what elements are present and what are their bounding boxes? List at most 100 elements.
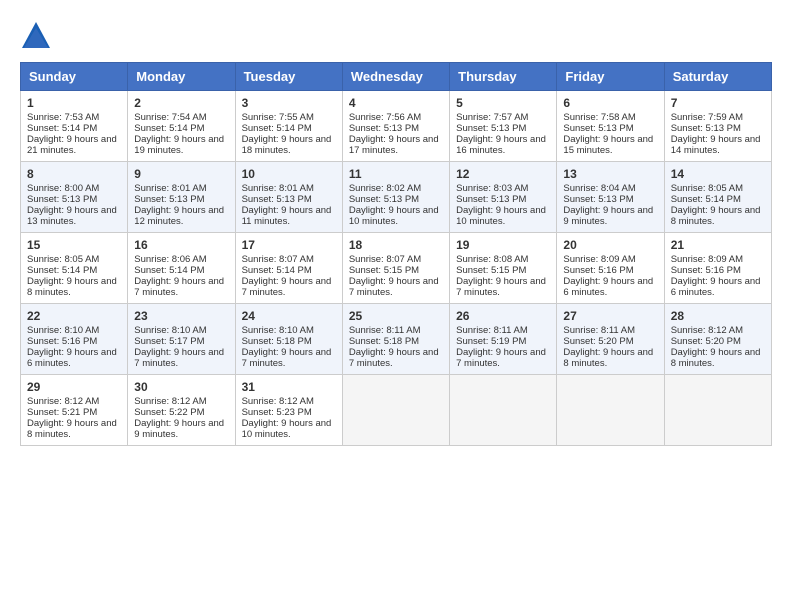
day-info: Sunrise: 8:11 AMSunset: 5:20 PMDaylight:… bbox=[563, 325, 653, 369]
day-info: Sunrise: 8:12 AMSunset: 5:21 PMDaylight:… bbox=[27, 396, 117, 440]
weekday-header-saturday: Saturday bbox=[664, 63, 771, 91]
day-number: 30 bbox=[134, 380, 228, 394]
day-number: 24 bbox=[242, 309, 336, 323]
day-number: 19 bbox=[456, 238, 550, 252]
day-info: Sunrise: 8:00 AMSunset: 5:13 PMDaylight:… bbox=[27, 183, 117, 227]
day-number: 18 bbox=[349, 238, 443, 252]
day-number: 8 bbox=[27, 167, 121, 181]
day-info: Sunrise: 8:07 AMSunset: 5:14 PMDaylight:… bbox=[242, 254, 332, 298]
calendar-cell: 15 Sunrise: 8:05 AMSunset: 5:14 PMDayligh… bbox=[21, 233, 128, 304]
calendar-cell: 25Sunrise: 8:11 AMSunset: 5:18 PMDayligh… bbox=[342, 304, 449, 375]
logo-icon bbox=[20, 20, 52, 52]
day-number: 12 bbox=[456, 167, 550, 181]
calendar-cell: 4 Sunrise: 7:56 AMSunset: 5:13 PMDaylight… bbox=[342, 91, 449, 162]
weekday-header-thursday: Thursday bbox=[450, 63, 557, 91]
day-number: 13 bbox=[563, 167, 657, 181]
day-number: 17 bbox=[242, 238, 336, 252]
day-number: 20 bbox=[563, 238, 657, 252]
calendar-table: SundayMondayTuesdayWednesdayThursdayFrid… bbox=[20, 62, 772, 446]
calendar-cell: 24 Sunrise: 8:10 AMSunset: 5:18 PMDayligh… bbox=[235, 304, 342, 375]
calendar-cell: 11Sunrise: 8:02 AMSunset: 5:13 PMDayligh… bbox=[342, 162, 449, 233]
calendar-cell: 22 Sunrise: 8:10 AMSunset: 5:16 PMDayligh… bbox=[21, 304, 128, 375]
day-info: Sunrise: 7:57 AMSunset: 5:13 PMDaylight:… bbox=[456, 112, 546, 156]
day-info: Sunrise: 7:58 AMSunset: 5:13 PMDaylight:… bbox=[563, 112, 653, 156]
page-header bbox=[20, 20, 772, 52]
weekday-header-friday: Friday bbox=[557, 63, 664, 91]
day-number: 3 bbox=[242, 96, 336, 110]
calendar-cell: 3 Sunrise: 7:55 AMSunset: 5:14 PMDaylight… bbox=[235, 91, 342, 162]
day-info: Sunrise: 8:10 AMSunset: 5:16 PMDaylight:… bbox=[27, 325, 117, 369]
day-number: 29 bbox=[27, 380, 121, 394]
calendar-cell bbox=[450, 375, 557, 446]
calendar-cell bbox=[557, 375, 664, 446]
day-info: Sunrise: 8:09 AMSunset: 5:16 PMDaylight:… bbox=[563, 254, 653, 298]
week-row-1: 1 Sunrise: 7:53 AMSunset: 5:14 PMDaylight… bbox=[21, 91, 772, 162]
calendar-cell: 30 Sunrise: 8:12 AMSunset: 5:22 PMDayligh… bbox=[128, 375, 235, 446]
calendar-cell: 16Sunrise: 8:06 AMSunset: 5:14 PMDayligh… bbox=[128, 233, 235, 304]
weekday-header-tuesday: Tuesday bbox=[235, 63, 342, 91]
day-number: 11 bbox=[349, 167, 443, 181]
calendar-cell: 17 Sunrise: 8:07 AMSunset: 5:14 PMDayligh… bbox=[235, 233, 342, 304]
day-info: Sunrise: 8:05 AMSunset: 5:14 PMDaylight:… bbox=[27, 254, 117, 298]
day-info: Sunrise: 8:05 AMSunset: 5:14 PMDaylight:… bbox=[671, 183, 761, 227]
calendar-cell: 20 Sunrise: 8:09 AMSunset: 5:16 PMDayligh… bbox=[557, 233, 664, 304]
calendar-cell: 29 Sunrise: 8:12 AMSunset: 5:21 PMDayligh… bbox=[21, 375, 128, 446]
day-number: 21 bbox=[671, 238, 765, 252]
calendar-cell: 12 Sunrise: 8:03 AMSunset: 5:13 PMDayligh… bbox=[450, 162, 557, 233]
day-number: 5 bbox=[456, 96, 550, 110]
calendar-cell: 26 Sunrise: 8:11 AMSunset: 5:19 PMDayligh… bbox=[450, 304, 557, 375]
day-number: 15 bbox=[27, 238, 121, 252]
week-row-4: 22 Sunrise: 8:10 AMSunset: 5:16 PMDayligh… bbox=[21, 304, 772, 375]
calendar-cell bbox=[664, 375, 771, 446]
day-number: 2 bbox=[134, 96, 228, 110]
day-info: Sunrise: 8:08 AMSunset: 5:15 PMDaylight:… bbox=[456, 254, 546, 298]
day-number: 16 bbox=[134, 238, 228, 252]
calendar-cell: 5 Sunrise: 7:57 AMSunset: 5:13 PMDaylight… bbox=[450, 91, 557, 162]
day-info: Sunrise: 8:11 AMSunset: 5:19 PMDaylight:… bbox=[456, 325, 546, 369]
week-row-2: 8 Sunrise: 8:00 AMSunset: 5:13 PMDaylight… bbox=[21, 162, 772, 233]
day-number: 28 bbox=[671, 309, 765, 323]
weekday-header-monday: Monday bbox=[128, 63, 235, 91]
weekday-header-sunday: Sunday bbox=[21, 63, 128, 91]
day-number: 31 bbox=[242, 380, 336, 394]
calendar-cell: 13Sunrise: 8:04 AMSunset: 5:13 PMDayligh… bbox=[557, 162, 664, 233]
day-info: Sunrise: 8:07 AMSunset: 5:15 PMDaylight:… bbox=[349, 254, 439, 298]
calendar-cell: 9 Sunrise: 8:01 AMSunset: 5:13 PMDaylight… bbox=[128, 162, 235, 233]
day-number: 1 bbox=[27, 96, 121, 110]
calendar-cell: 8 Sunrise: 8:00 AMSunset: 5:13 PMDaylight… bbox=[21, 162, 128, 233]
day-info: Sunrise: 7:55 AMSunset: 5:14 PMDaylight:… bbox=[242, 112, 332, 156]
day-info: Sunrise: 7:54 AMSunset: 5:14 PMDaylight:… bbox=[134, 112, 224, 156]
calendar-cell: 6 Sunrise: 7:58 AMSunset: 5:13 PMDaylight… bbox=[557, 91, 664, 162]
day-info: Sunrise: 8:12 AMSunset: 5:20 PMDaylight:… bbox=[671, 325, 761, 369]
day-number: 27 bbox=[563, 309, 657, 323]
calendar-cell: 27 Sunrise: 8:11 AMSunset: 5:20 PMDayligh… bbox=[557, 304, 664, 375]
calendar-cell: 21 Sunrise: 8:09 AMSunset: 5:16 PMDayligh… bbox=[664, 233, 771, 304]
day-info: Sunrise: 8:03 AMSunset: 5:13 PMDaylight:… bbox=[456, 183, 546, 227]
day-number: 7 bbox=[671, 96, 765, 110]
day-info: Sunrise: 8:10 AMSunset: 5:18 PMDaylight:… bbox=[242, 325, 332, 369]
calendar-cell: 31 Sunrise: 8:12 AMSunset: 5:23 PMDayligh… bbox=[235, 375, 342, 446]
logo bbox=[20, 20, 58, 52]
calendar-cell: 18 Sunrise: 8:07 AMSunset: 5:15 PMDayligh… bbox=[342, 233, 449, 304]
calendar-cell: 7Sunrise: 7:59 AMSunset: 5:13 PMDaylight… bbox=[664, 91, 771, 162]
day-info: Sunrise: 7:56 AMSunset: 5:13 PMDaylight:… bbox=[349, 112, 439, 156]
day-info: Sunrise: 8:09 AMSunset: 5:16 PMDaylight:… bbox=[671, 254, 761, 298]
weekday-header-wednesday: Wednesday bbox=[342, 63, 449, 91]
day-info: Sunrise: 8:01 AMSunset: 5:13 PMDaylight:… bbox=[242, 183, 332, 227]
calendar-cell: 2 Sunrise: 7:54 AMSunset: 5:14 PMDaylight… bbox=[128, 91, 235, 162]
day-number: 9 bbox=[134, 167, 228, 181]
day-info: Sunrise: 8:12 AMSunset: 5:22 PMDaylight:… bbox=[134, 396, 224, 440]
calendar-cell: 23Sunrise: 8:10 AMSunset: 5:17 PMDayligh… bbox=[128, 304, 235, 375]
day-number: 4 bbox=[349, 96, 443, 110]
day-number: 6 bbox=[563, 96, 657, 110]
day-number: 10 bbox=[242, 167, 336, 181]
day-number: 22 bbox=[27, 309, 121, 323]
calendar-cell: 28 Sunrise: 8:12 AMSunset: 5:20 PMDayligh… bbox=[664, 304, 771, 375]
day-info: Sunrise: 7:53 AMSunset: 5:14 PMDaylight:… bbox=[27, 112, 117, 156]
day-number: 23 bbox=[134, 309, 228, 323]
day-number: 26 bbox=[456, 309, 550, 323]
day-number: 25 bbox=[349, 309, 443, 323]
day-info: Sunrise: 8:12 AMSunset: 5:23 PMDaylight:… bbox=[242, 396, 332, 440]
calendar-cell: 10 Sunrise: 8:01 AMSunset: 5:13 PMDayligh… bbox=[235, 162, 342, 233]
day-info: Sunrise: 8:01 AMSunset: 5:13 PMDaylight:… bbox=[134, 183, 224, 227]
